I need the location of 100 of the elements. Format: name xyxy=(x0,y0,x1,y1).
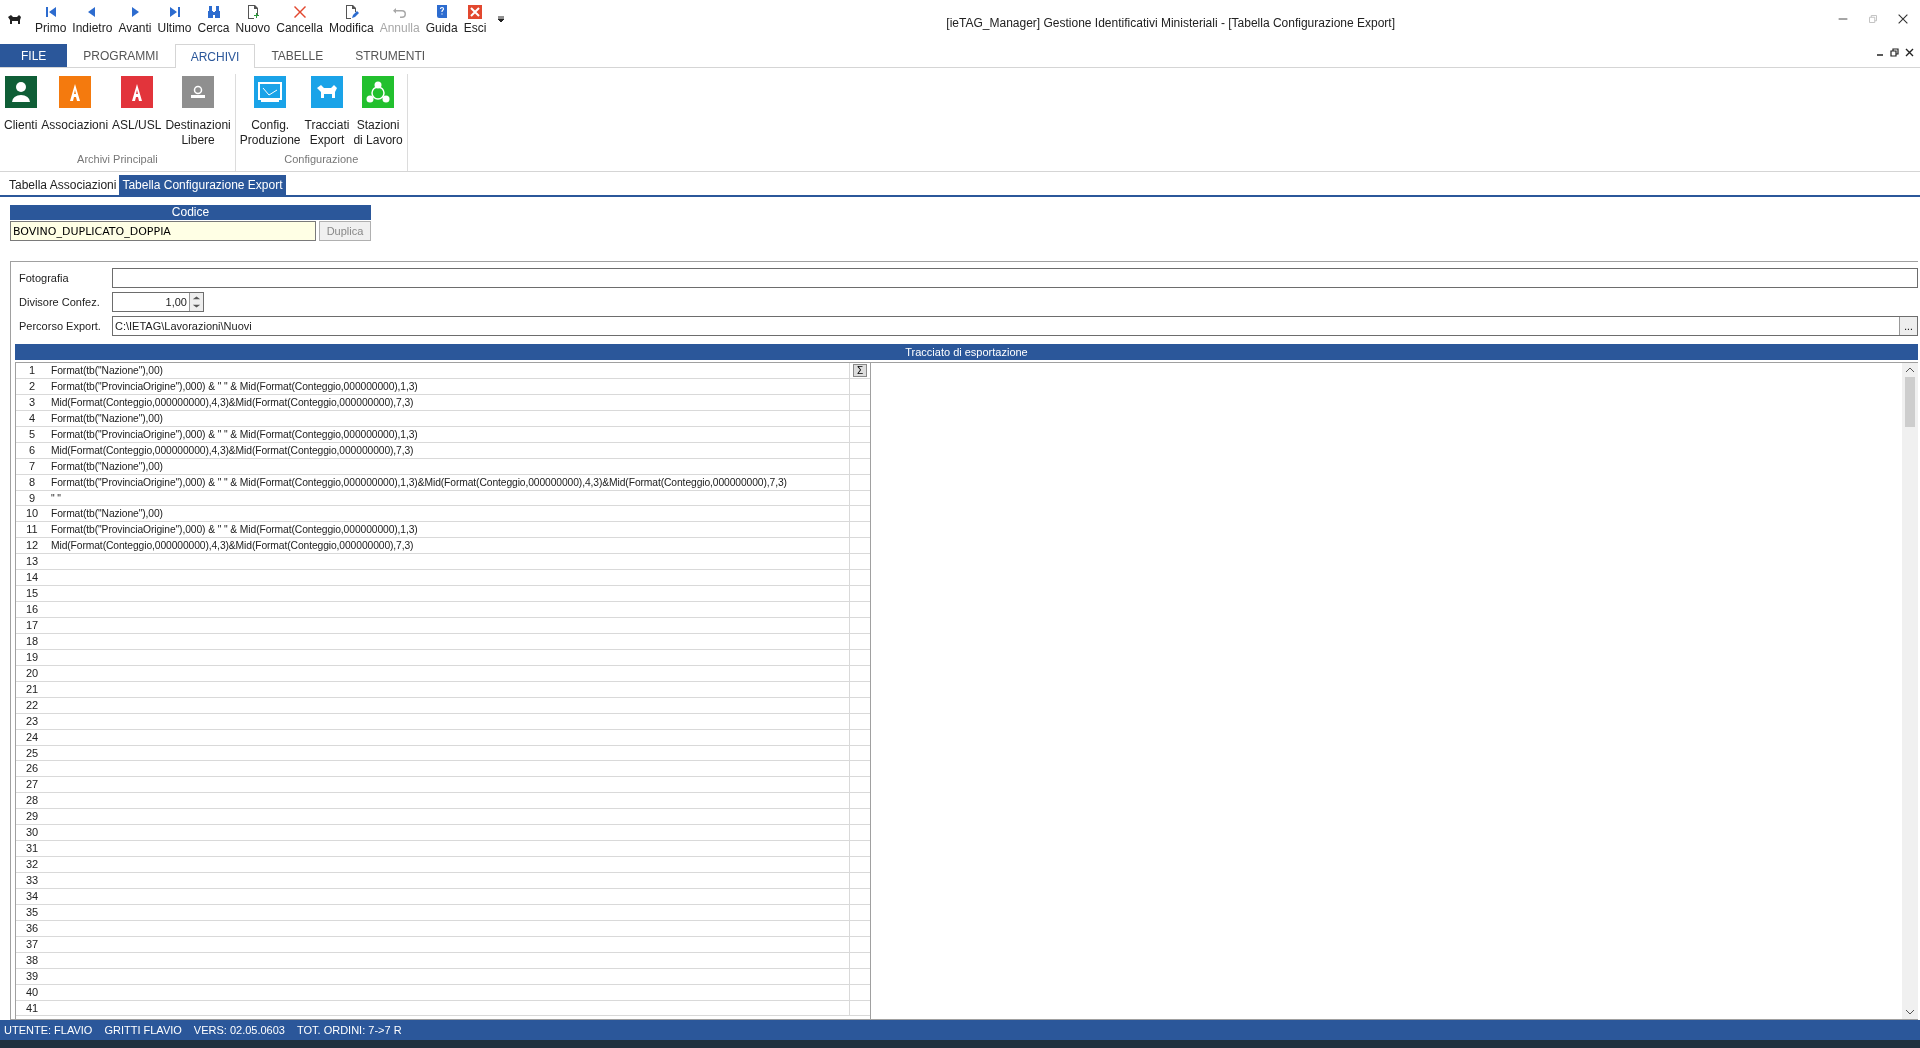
row-number: 16 xyxy=(24,602,40,617)
document-tab[interactable]: Tabella Associazioni xyxy=(6,175,120,195)
ribbon-button[interactable]: Config. Produzione xyxy=(237,74,303,151)
row-number: 25 xyxy=(24,745,40,761)
ribbon-button[interactable]: Stazioni di Lavoro xyxy=(351,74,405,151)
ribbon-tab[interactable]: ARCHIVI xyxy=(174,44,256,68)
row-number: 2 xyxy=(27,378,37,394)
table-cell: Mid(Format(Conteggio,000000000),4,3)&Mid(Format(Conteggio,000000000),7,3) xyxy=(48,538,850,554)
row-number: 18 xyxy=(24,633,40,649)
row-number: 24 xyxy=(24,729,40,745)
row-number: 20 xyxy=(24,665,40,681)
row-number: 30 xyxy=(24,825,40,841)
row-number: 13 xyxy=(24,554,40,570)
group-label: Archivi Principali xyxy=(76,151,159,167)
exit-icon xyxy=(467,4,483,20)
table-cell: Format(tb("Nazione"),00) xyxy=(48,410,850,426)
vertical-scrollbar[interactable] xyxy=(1902,363,1918,1019)
toolbar-button[interactable]: Cancella xyxy=(273,4,326,35)
group-label: Configurazione xyxy=(283,151,360,167)
table-cell: Mid(Format(Conteggio,000000000),4,3)&Mid(Format(Conteggio,000000000),7,3) xyxy=(48,442,850,458)
table-cell: Mid(Format(Conteggio,000000000),4,3)&Mid(Format(Conteggio,000000000),7,3) xyxy=(48,394,850,410)
status-text: GRITTI FLAVIO xyxy=(104,1023,182,1038)
row-number: 3 xyxy=(27,394,37,410)
row-number: 15 xyxy=(24,586,40,602)
field-label: Fotografia xyxy=(18,270,70,286)
toolbar-button[interactable]: Guida xyxy=(422,4,461,35)
status-text: VERS: 02.05.0603 xyxy=(193,1023,285,1038)
toolbar-button[interactable]: Modifica xyxy=(325,4,377,35)
row-number: 28 xyxy=(24,793,40,809)
field-label: Percorso Export. xyxy=(18,318,102,334)
table-cell: " " xyxy=(48,490,850,506)
row-number: 10 xyxy=(24,506,40,522)
toolbar-button[interactable]: Esci xyxy=(460,4,490,35)
spin-arrows-icon xyxy=(189,293,203,311)
row-number: 12 xyxy=(24,538,40,554)
row-number: 40 xyxy=(24,984,40,1000)
ribbon-button[interactable]: Clienti xyxy=(2,74,40,151)
toolbar-button[interactable]: Indietro xyxy=(69,4,116,35)
input-field[interactable]: C:\IETAG\Lavorazioni\Nuovi ... xyxy=(112,316,1918,336)
restore-icon[interactable] xyxy=(1890,48,1899,57)
toolbar-button[interactable]: Primo xyxy=(32,4,70,35)
row-number: 21 xyxy=(24,681,40,697)
ribbon-button[interactable]: ASL/USL xyxy=(110,74,164,151)
ribbon-tab[interactable]: TABELLE xyxy=(255,44,340,67)
table-cell: Format(tb("Nazione"),00) xyxy=(48,506,850,522)
status-text: UTENTE: FLAVIO xyxy=(4,1023,93,1038)
row-number: 37 xyxy=(24,936,40,952)
row-number: 29 xyxy=(24,809,40,825)
row-number: 9 xyxy=(27,490,37,506)
row-number: 32 xyxy=(24,857,40,872)
row-number: 34 xyxy=(24,888,40,904)
row-number: 7 xyxy=(27,458,37,474)
spin-field[interactable]: 1,00 xyxy=(112,292,204,312)
table-cell: Format(tb("ProvinciaOrigine"),000) & " " & Mid(Format(Conteggio,000000000),1,3) xyxy=(48,378,850,394)
ribbon-tab[interactable]: STRUMENTI xyxy=(339,44,442,67)
field-label: Divisore Confez. xyxy=(18,294,101,310)
toolbar-button[interactable]: Ultimo xyxy=(154,4,195,35)
input-field[interactable] xyxy=(112,268,1918,288)
row-number: 36 xyxy=(24,920,40,936)
toolbar-button[interactable]: Cerca xyxy=(194,4,233,35)
toolbar-button[interactable]: Nuovo xyxy=(232,4,274,35)
grid-title: Tracciato di esportazione xyxy=(15,344,1918,360)
row-number: 26 xyxy=(24,761,40,777)
window-title: [ieTAG_Manager] Gestione Identificativi Ministeriali - [Tabella Configurazione Export] xyxy=(945,15,1396,32)
close-icon[interactable] xyxy=(1905,48,1914,57)
ribbon-button[interactable]: Tracciati Export xyxy=(302,74,352,151)
row-number: 17 xyxy=(24,618,40,633)
overflow-caret-icon xyxy=(497,16,506,24)
row-number: 35 xyxy=(24,904,40,920)
row-number: 6 xyxy=(27,442,37,458)
binoculars-icon xyxy=(205,4,222,20)
edit-document-icon xyxy=(343,4,360,20)
ribbon-button[interactable]: Associazioni xyxy=(39,74,111,151)
row-number: 41 xyxy=(24,1000,40,1016)
scroll-up-icon xyxy=(1905,366,1915,374)
sum-button[interactable]: Σ xyxy=(852,364,868,377)
close-icon[interactable] xyxy=(1896,12,1910,26)
table-cell: Format(tb("Nazione"),00) xyxy=(48,363,850,378)
row-number: 23 xyxy=(24,713,40,729)
status-text: TOT. ORDINI: 7->7 R xyxy=(296,1023,402,1038)
row-number: 4 xyxy=(27,410,37,426)
toolbar-button[interactable]: Avanti xyxy=(115,4,155,35)
table-cell: Format(tb("ProvinciaOrigine"),000) & " " & Mid(Format(Conteggio,000000000),1,3) xyxy=(48,522,850,538)
ribbon-tab[interactable]: PROGRAMMI xyxy=(67,44,175,67)
ribbon-button[interactable]: Destinazioni Libere xyxy=(163,74,233,151)
file-menu-button[interactable]: FILE xyxy=(0,44,68,67)
document-tab[interactable]: Tabella Configurazione Export xyxy=(119,175,286,195)
browse-button[interactable]: ... xyxy=(1899,317,1917,335)
row-number: 38 xyxy=(24,952,40,968)
column-header: Codice xyxy=(10,205,371,220)
row-number: 14 xyxy=(24,570,40,586)
table-cell: Format(tb("ProvinciaOrigine"),000) & " " & Mid(Format(Conteggio,000000000),1,3)&Mid(Format(Conteggio,000000000),4,3)&Mid(Format(Conteggio,000000000),7,3) xyxy=(48,474,850,490)
row-number: 11 xyxy=(25,522,39,538)
row-number: 31 xyxy=(24,841,40,857)
row-number: 22 xyxy=(24,697,40,713)
table-cell: Format(tb("ProvinciaOrigine"),000) & " " & Mid(Format(Conteggio,000000000),1,3) xyxy=(48,426,850,442)
code-field[interactable]: BOVINO_DUPLICATO_DOPPIA xyxy=(10,221,316,241)
scroll-thumb[interactable] xyxy=(1905,377,1915,427)
row-number: 33 xyxy=(24,873,40,888)
row-number: 19 xyxy=(24,649,40,665)
